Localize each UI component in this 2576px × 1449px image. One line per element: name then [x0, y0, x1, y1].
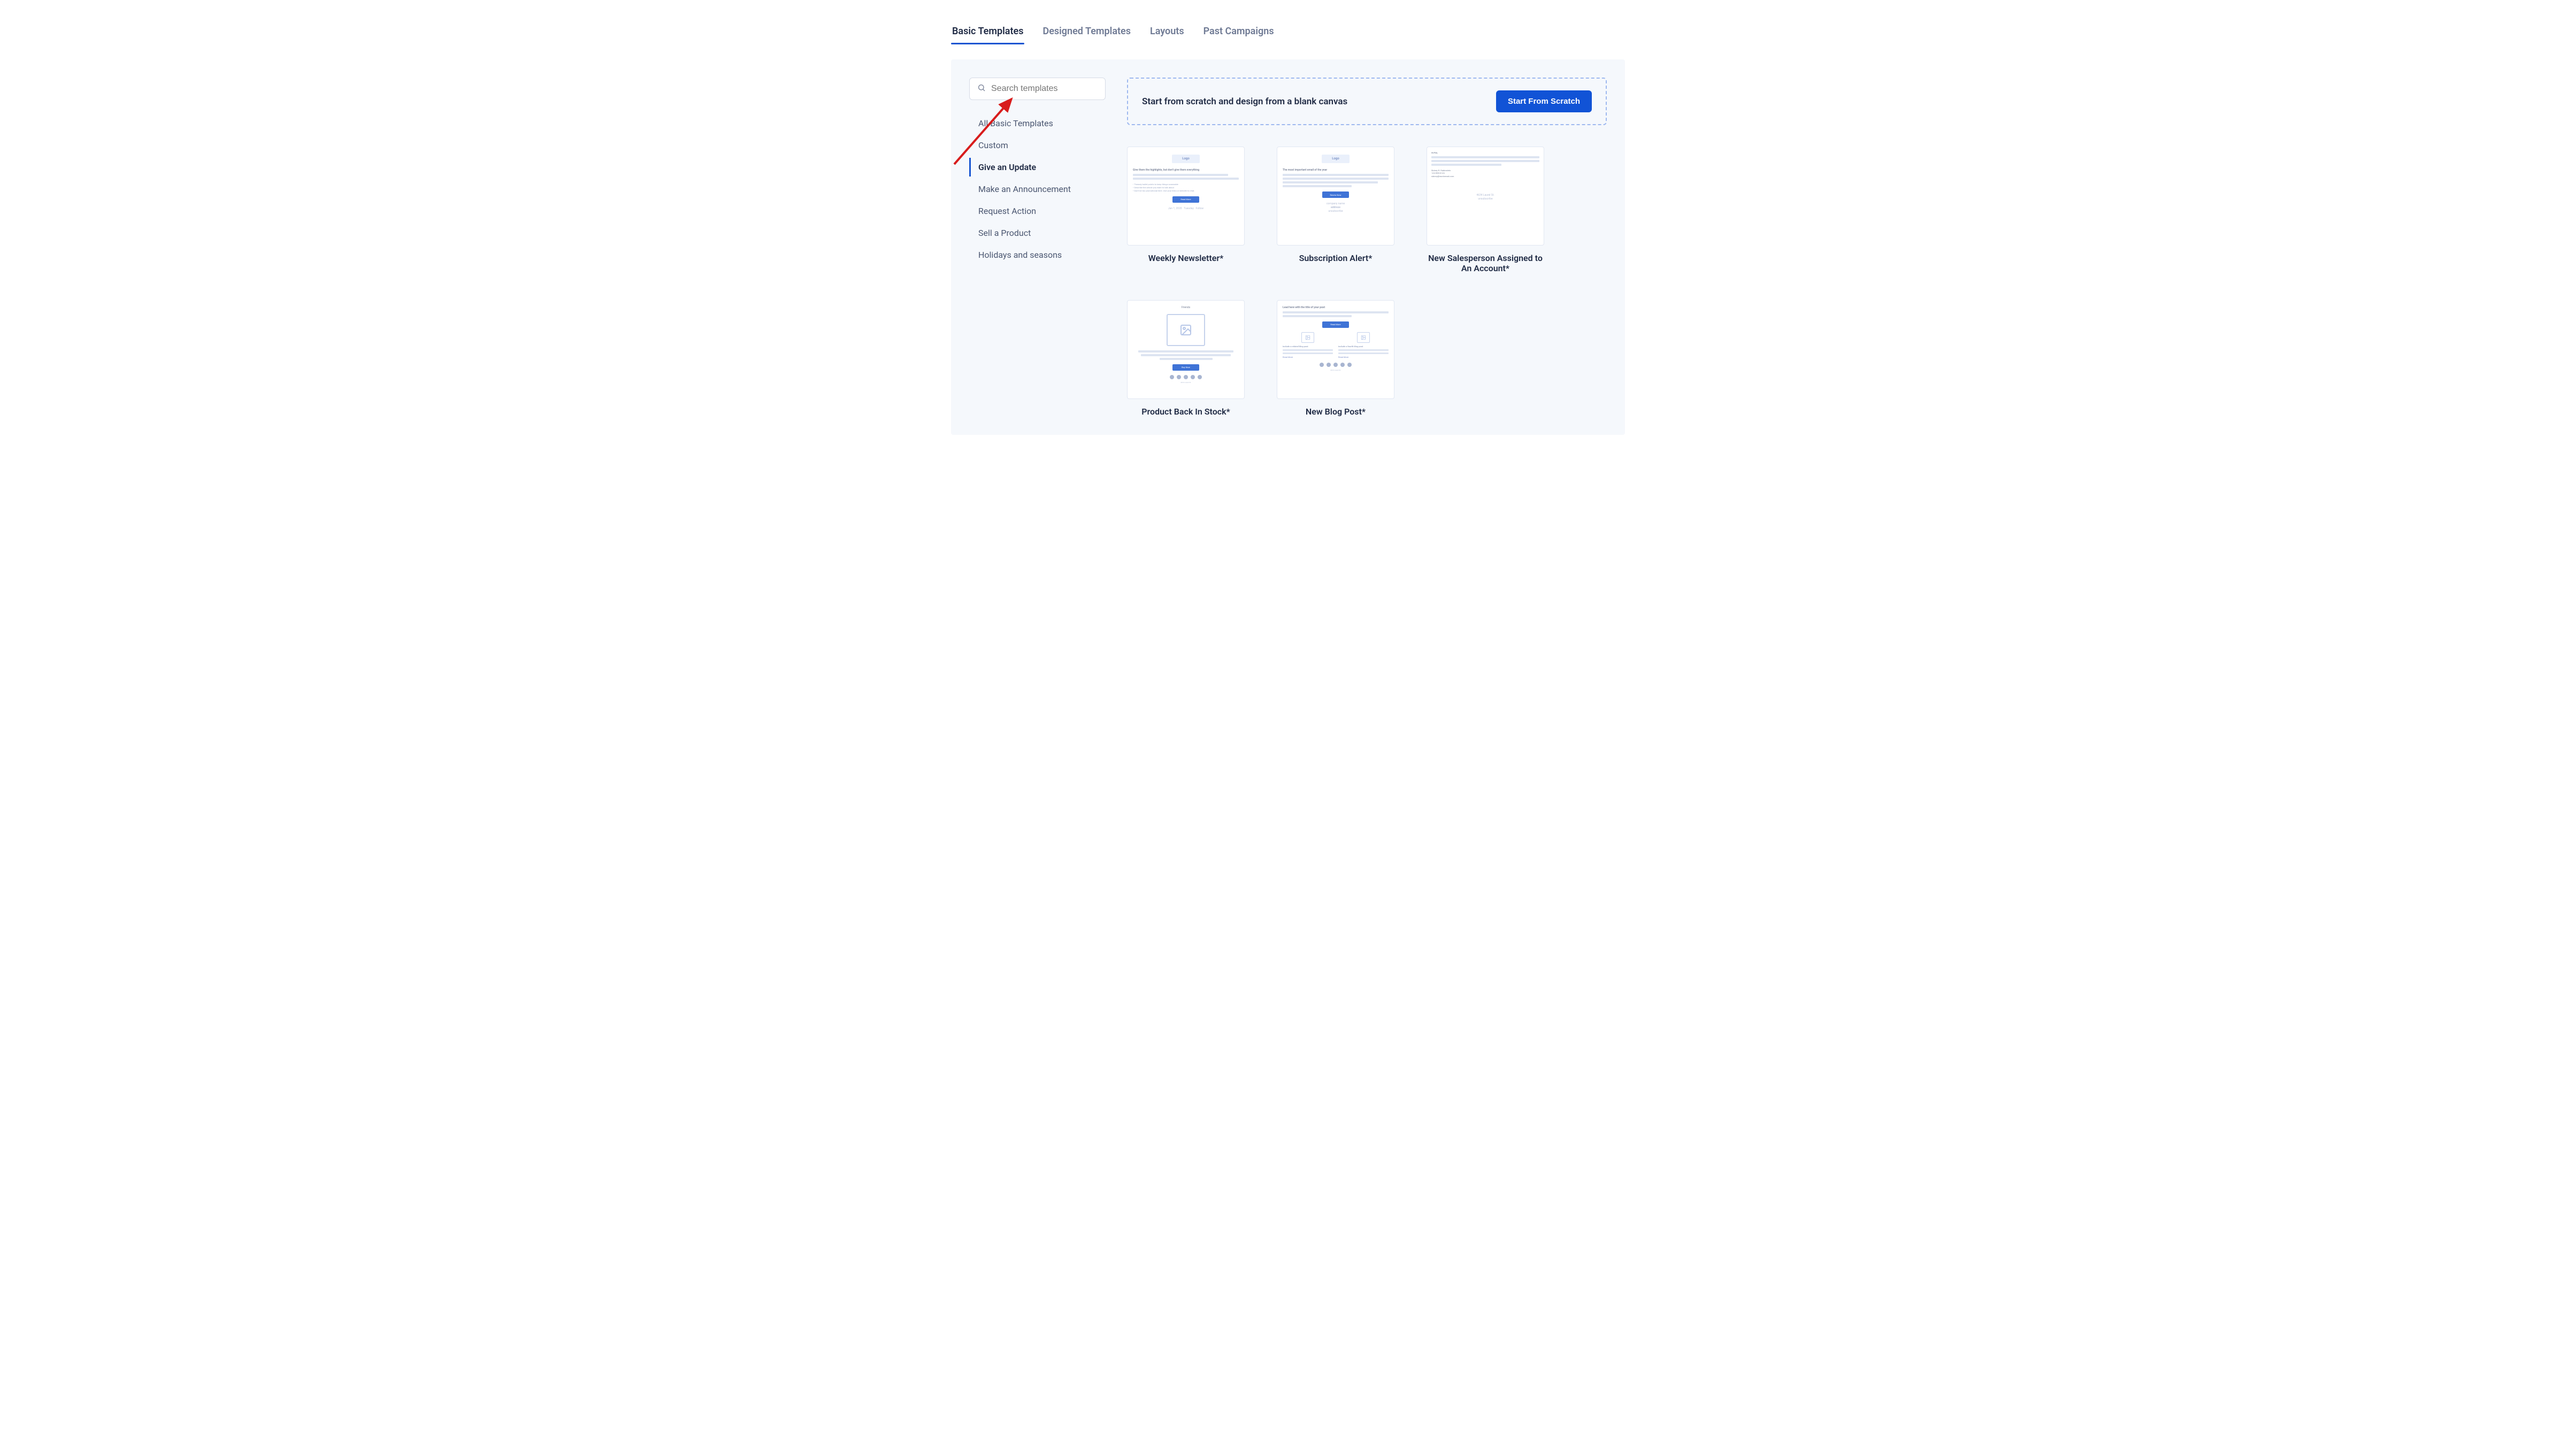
content-area: Start from scratch and design from a bla… — [1127, 78, 1607, 417]
template-card-subscription-alert[interactable]: Logo The most important email of the yea… — [1277, 147, 1394, 273]
template-preview: Lead here with the title of your post Re… — [1277, 300, 1394, 399]
search-input-wrap[interactable] — [969, 78, 1106, 100]
template-preview: Friends Buy Now 4634 Laurel St. — [1127, 300, 1245, 399]
category-custom[interactable]: Custom — [969, 136, 1106, 155]
preview-image-placeholder-icon — [1301, 332, 1314, 343]
sidebar: All Basic Templates Custom Give an Updat… — [969, 78, 1106, 417]
template-label: New Blog Post* — [1306, 407, 1366, 417]
search-icon — [977, 83, 986, 94]
template-preview: Logo Give them the highlights, but don't… — [1127, 147, 1245, 246]
category-give-update[interactable]: Give an Update — [969, 158, 1106, 177]
category-make-announcement[interactable]: Make an Announcement — [969, 180, 1106, 198]
tab-past-campaigns[interactable]: Past Campaigns — [1202, 21, 1275, 44]
start-from-scratch-button[interactable]: Start From Scratch — [1496, 90, 1592, 112]
template-card-new-salesperson[interactable]: Hi Pat, Sidney R. Rubinstein123-555-0123… — [1427, 147, 1544, 273]
main-area: All Basic Templates Custom Give an Updat… — [951, 59, 1625, 435]
preview-cta-button: Renew Now — [1322, 191, 1349, 198]
template-label: Weekly Newsletter* — [1148, 253, 1224, 263]
tab-basic-templates[interactable]: Basic Templates — [951, 21, 1024, 44]
preview-cta-button: Read More — [1172, 196, 1199, 203]
start-from-scratch-box: Start from scratch and design from a bla… — [1127, 78, 1607, 125]
template-card-new-blog-post[interactable]: Lead here with the title of your post Re… — [1277, 300, 1394, 417]
template-preview: Hi Pat, Sidney R. Rubinstein123-555-0123… — [1427, 147, 1544, 246]
tab-layouts[interactable]: Layouts — [1149, 21, 1185, 44]
search-input[interactable] — [991, 84, 1098, 94]
template-label: New Salesperson Assigned to An Account* — [1427, 253, 1544, 273]
tab-designed-templates[interactable]: Designed Templates — [1041, 21, 1132, 44]
template-card-back-in-stock[interactable]: Friends Buy Now 4634 Laurel St. Product … — [1127, 300, 1245, 417]
category-holidays[interactable]: Holidays and seasons — [969, 246, 1106, 264]
preview-cta-button: Read More — [1322, 321, 1349, 328]
preview-image-placeholder-icon — [1357, 332, 1370, 343]
preview-image-placeholder-icon — [1167, 314, 1205, 346]
category-list: All Basic Templates Custom Give an Updat… — [969, 114, 1106, 264]
preview-social-icons — [1133, 375, 1239, 379]
template-label: Product Back In Stock* — [1141, 407, 1230, 417]
templates-grid: Logo Give them the highlights, but don't… — [1127, 147, 1607, 417]
category-all-basic[interactable]: All Basic Templates — [969, 114, 1106, 133]
category-request-action[interactable]: Request Action — [969, 202, 1106, 220]
preview-logo-placeholder: Logo — [1172, 155, 1200, 163]
template-label: Subscription Alert* — [1299, 253, 1373, 263]
preview-social-icons — [1283, 363, 1389, 367]
preview-cta-button: Buy Now — [1172, 364, 1199, 371]
tabs-row: Basic Templates Designed Templates Layou… — [951, 21, 1625, 44]
category-sell-product[interactable]: Sell a Product — [969, 224, 1106, 242]
preview-logo-placeholder: Logo — [1322, 155, 1350, 163]
scratch-text: Start from scratch and design from a bla… — [1142, 96, 1347, 107]
template-preview: Logo The most important email of the yea… — [1277, 147, 1394, 246]
template-card-weekly-newsletter[interactable]: Logo Give them the highlights, but don't… — [1127, 147, 1245, 273]
